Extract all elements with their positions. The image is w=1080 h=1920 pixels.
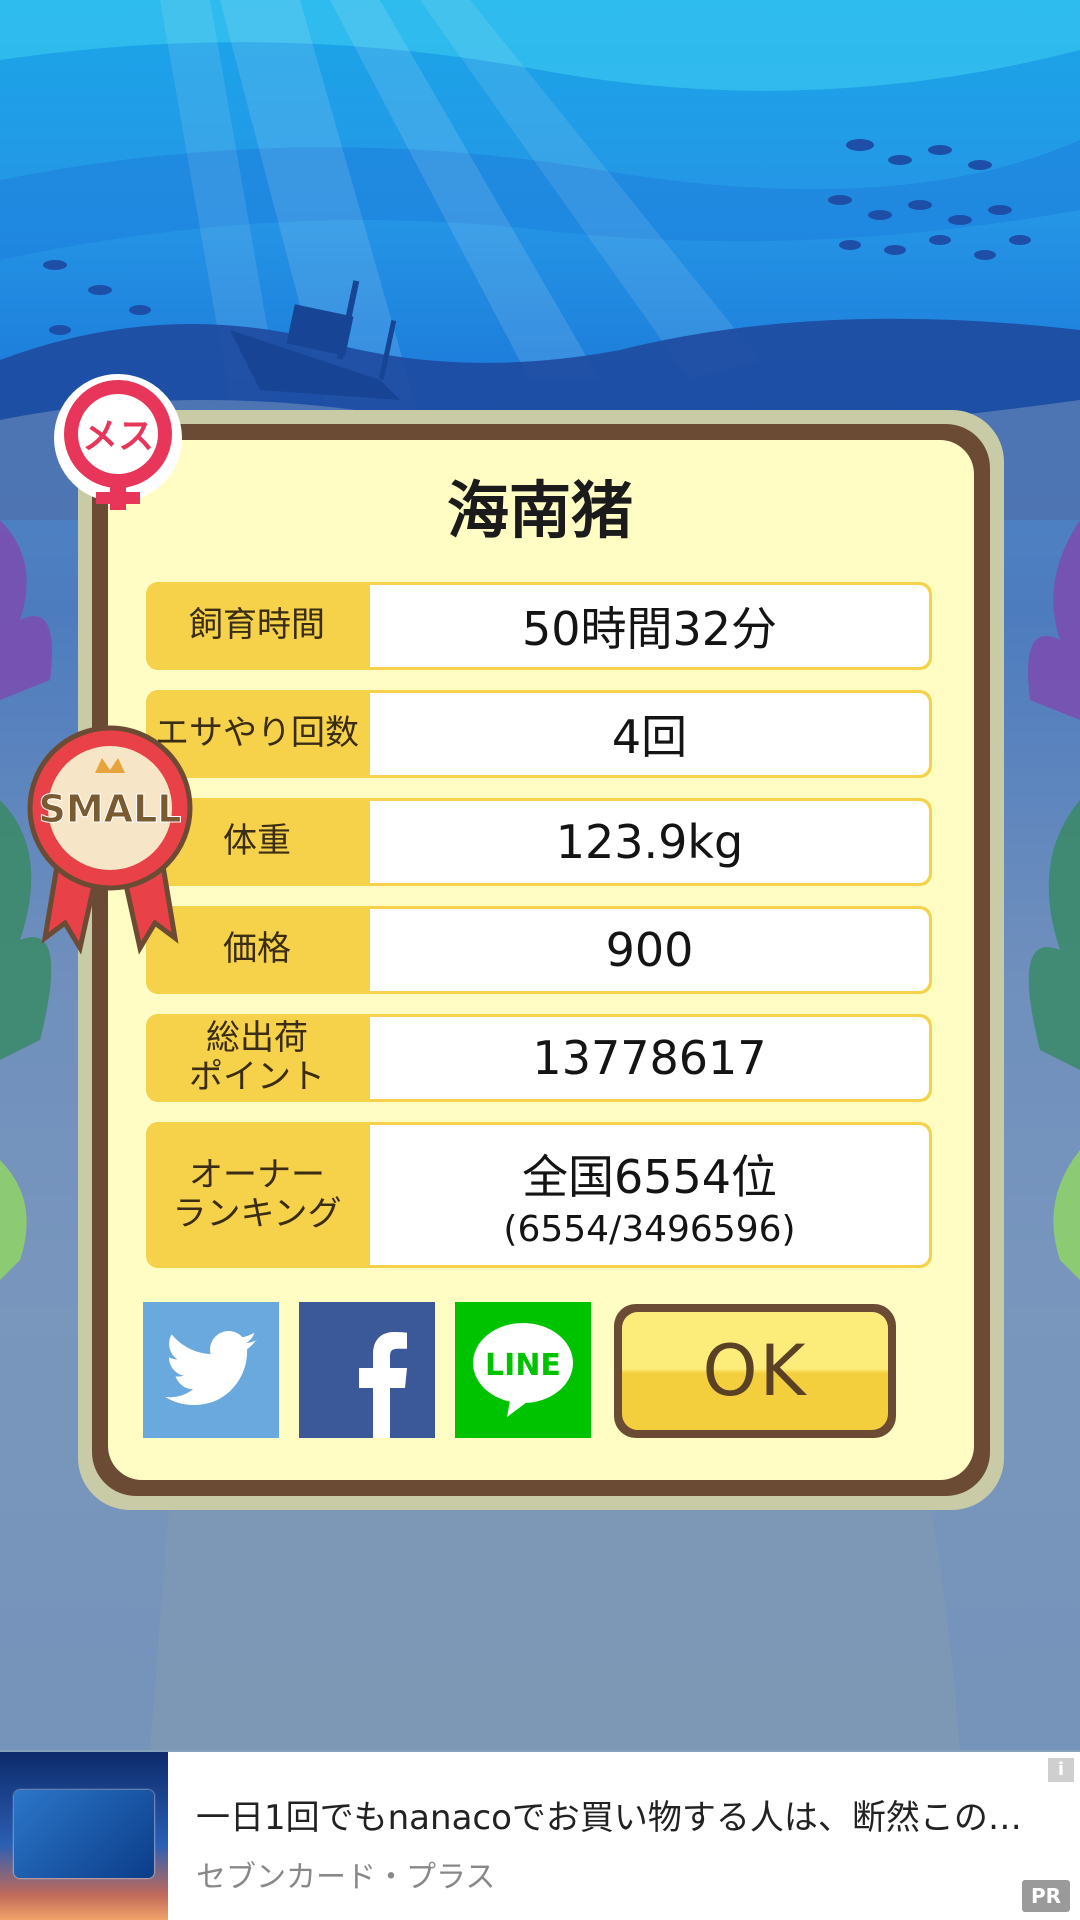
stat-row-weight: 体重 123.9kg	[146, 798, 932, 886]
stat-row-total-points: 総出荷 ポイント 13778617	[146, 1014, 932, 1102]
stat-label: オーナー ランキング	[172, 1154, 342, 1234]
svg-text:SMALL: SMALL	[38, 787, 181, 831]
stat-value: 123.9kg	[370, 801, 929, 883]
female-gender-badge-icon: メス	[54, 374, 182, 510]
ad-pr-badge: PR	[1022, 1880, 1070, 1912]
ad-brand[interactable]: セブンカード・プラス	[196, 1852, 495, 1896]
small-size-ribbon-icon: SMALL	[27, 725, 193, 955]
twitter-share-button[interactable]	[143, 1302, 279, 1438]
ad-banner[interactable]: 一日1回でもnanacoでお買い物する人は、断然この… セブンカード・プラス i…	[0, 1752, 1080, 1920]
stat-row-breeding-time: 飼育時間 50時間32分	[146, 582, 932, 670]
ad-image[interactable]	[0, 1752, 168, 1920]
stat-value: 13778617	[370, 1017, 929, 1099]
svg-text:メス: メス	[82, 416, 154, 457]
facebook-share-button[interactable]	[299, 1302, 435, 1438]
svg-text:LINE: LINE	[485, 1348, 561, 1383]
stat-row-price: 価格 900	[146, 906, 932, 994]
stat-label: 飼育時間	[189, 605, 325, 646]
stat-label: 総出荷 ポイント	[189, 1017, 325, 1097]
ok-button[interactable]: OK	[614, 1304, 896, 1438]
ok-button-label: OK	[622, 1312, 888, 1430]
stat-value: 50時間32分	[370, 585, 929, 667]
stat-value: 900	[370, 909, 929, 991]
twitter-icon	[165, 1331, 257, 1405]
stat-value: 全国6554位 (6554/3496596)	[370, 1125, 929, 1265]
stat-row-feed-count: エサやり回数 4回	[146, 690, 932, 778]
ad-info-icon[interactable]: i	[1048, 1758, 1074, 1782]
stat-value: 4回	[370, 693, 929, 775]
ad-headline[interactable]: 一日1回でもnanacoでお買い物する人は、断然この…	[196, 1790, 1056, 1839]
facebook-icon	[359, 1332, 407, 1438]
line-icon: LINE	[473, 1323, 573, 1417]
line-share-button[interactable]: LINE	[455, 1302, 591, 1438]
stat-row-owner-ranking: オーナー ランキング 全国6554位 (6554/3496596)	[146, 1122, 932, 1268]
credit-card-image	[14, 1790, 154, 1878]
